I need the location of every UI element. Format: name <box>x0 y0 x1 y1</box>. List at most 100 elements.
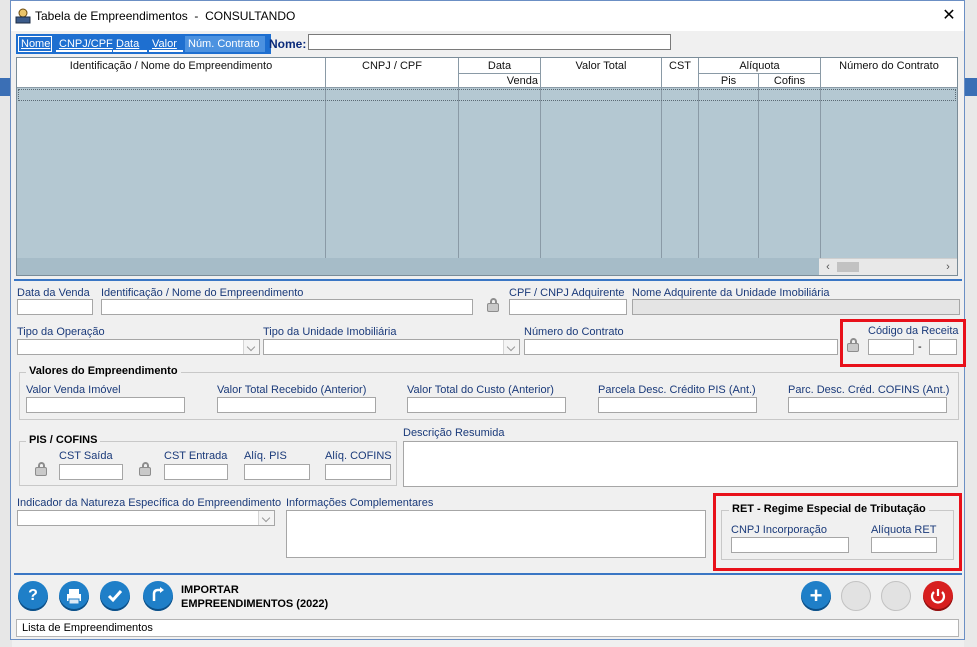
col-identificacao[interactable]: Identificação / Nome do Empreendimento <box>17 60 325 72</box>
chevron-down-icon[interactable] <box>258 511 274 525</box>
cst-saida-input[interactable] <box>59 464 123 480</box>
tab-valor[interactable]: Valor <box>149 36 183 52</box>
codigo-receita-input[interactable] <box>868 339 914 355</box>
lock-icon[interactable] <box>845 337 863 353</box>
codigo-receita-sep: - <box>918 341 922 353</box>
import-label-line1: IMPORTAR <box>181 584 239 596</box>
chevron-down-icon[interactable] <box>503 340 519 354</box>
import-button[interactable] <box>143 581 173 611</box>
tab-cnpj-cpf[interactable]: CNPJ/CPF <box>56 36 113 52</box>
search-input[interactable] <box>308 34 671 50</box>
cnpj-incorporacao-input[interactable] <box>731 537 849 553</box>
col-numero-contrato[interactable]: Número do Contrato <box>821 60 957 72</box>
aliq-pis-label: Alíq. PIS <box>244 450 287 462</box>
indicador-label: Indicador da Natureza Específica do Empr… <box>17 497 282 509</box>
numero-contrato-label: Número do Contrato <box>524 326 624 338</box>
col-aliquota[interactable]: Alíquota <box>699 60 820 72</box>
search-label: Nome: <box>269 37 307 51</box>
cnpj-incorporacao-label: CNPJ Incorporação <box>731 524 827 536</box>
descricao-label: Descrição Resumida <box>403 427 505 439</box>
cpf-cnpj-input[interactable] <box>509 299 627 315</box>
delete-button[interactable] <box>881 581 911 611</box>
grid-selected-row[interactable] <box>18 89 956 101</box>
aliq-cofins-input[interactable] <box>325 464 391 480</box>
plus-icon: + <box>809 583 823 608</box>
valor-recebido-input[interactable] <box>217 397 376 413</box>
parcela-pis-label: Parcela Desc. Crédito PIS (Ant.) <box>598 384 756 396</box>
parcela-cofins-label: Parc. Desc. Créd. COFINS (Ant.) <box>788 384 950 396</box>
exit-button[interactable] <box>923 581 953 611</box>
valor-custo-label: Valor Total do Custo (Anterior) <box>407 384 554 396</box>
aliquota-ret-label: Alíquota RET <box>871 524 937 536</box>
cst-entrada-input[interactable] <box>164 464 228 480</box>
nome-adquirente-label: Nome Adquirente da Unidade Imobiliária <box>632 287 830 299</box>
background-app-right-bar <box>964 78 977 96</box>
info-complementares-textarea[interactable] <box>286 510 706 558</box>
codigo-receita-suffix-input[interactable] <box>929 339 957 355</box>
col-cofins[interactable]: Cofins <box>759 75 820 87</box>
window: Tabela de Empreendimentos - CONSULTANDO … <box>10 0 966 640</box>
valores-group-title: Valores do Empreendimento <box>26 365 181 377</box>
identificacao-input[interactable] <box>101 299 473 315</box>
col-venda[interactable]: Venda <box>459 75 538 87</box>
descricao-textarea[interactable] <box>403 441 958 487</box>
lock-icon[interactable] <box>33 461 51 477</box>
add-button[interactable]: + <box>801 581 831 611</box>
divider <box>14 279 962 281</box>
toolbar-divider <box>14 573 962 575</box>
title-bar: Tabela de Empreendimentos - CONSULTANDO … <box>11 1 964 31</box>
lock-icon[interactable] <box>137 461 155 477</box>
tipo-operacao-select[interactable] <box>17 339 260 355</box>
pis-cofins-group-title: PIS / COFINS <box>26 434 101 446</box>
col-cnpj-cpf[interactable]: CNPJ / CPF <box>326 60 458 72</box>
indicador-select[interactable] <box>17 510 275 526</box>
identificacao-label: Identificação / Nome do Empreendimento <box>101 287 304 299</box>
col-valor-total[interactable]: Valor Total <box>541 60 661 72</box>
valor-venda-label: Valor Venda Imóvel <box>26 384 121 396</box>
tab-nome[interactable]: Nome <box>18 36 52 52</box>
cst-saida-label: CST Saída <box>59 450 113 462</box>
parcela-pis-input[interactable] <box>598 397 757 413</box>
print-button[interactable] <box>59 581 89 611</box>
import-icon <box>143 581 173 611</box>
col-pis[interactable]: Pis <box>699 75 758 87</box>
valor-venda-input[interactable] <box>26 397 185 413</box>
grid-footer-band <box>17 258 957 275</box>
import-label-line2: EMPREENDIMENTOS (2022) <box>181 598 329 610</box>
results-grid[interactable]: Identificação / Nome do Empreendimento C… <box>16 57 958 276</box>
horizontal-scrollbar[interactable]: ‹ › <box>819 258 957 275</box>
confirm-button[interactable] <box>100 581 130 611</box>
col-data[interactable]: Data <box>459 60 540 72</box>
aliq-pis-input[interactable] <box>244 464 310 480</box>
close-icon[interactable]: ✕ <box>939 6 959 26</box>
printer-icon <box>59 581 89 611</box>
data-venda-input[interactable] <box>17 299 93 315</box>
cst-entrada-label: CST Entrada <box>164 450 228 462</box>
scroll-right-icon[interactable]: › <box>941 259 955 275</box>
scroll-thumb[interactable] <box>837 262 859 272</box>
cpf-cnpj-label: CPF / CNPJ Adquirente <box>509 287 625 299</box>
parcela-cofins-input[interactable] <box>788 397 947 413</box>
valor-recebido-label: Valor Total Recebido (Anterior) <box>217 384 367 396</box>
valor-custo-input[interactable] <box>407 397 566 413</box>
tipo-operacao-label: Tipo da Operação <box>17 326 105 338</box>
lock-icon[interactable] <box>485 297 503 313</box>
check-icon <box>100 581 130 611</box>
help-icon: ? <box>28 587 38 604</box>
scroll-left-icon[interactable]: ‹ <box>821 259 835 275</box>
window-title: Tabela de Empreendimentos - CONSULTANDO <box>35 9 296 23</box>
aliquota-ret-input[interactable] <box>871 537 937 553</box>
status-bar: Lista de Empreendimentos <box>16 619 959 637</box>
tab-numero-contrato[interactable]: Núm. Contrato <box>185 36 265 52</box>
edit-button[interactable] <box>841 581 871 611</box>
codigo-receita-label: Código da Receita <box>868 325 959 337</box>
chevron-down-icon[interactable] <box>243 340 259 354</box>
tab-data[interactable]: Data <box>113 36 147 52</box>
ret-group-title: RET - Regime Especial de Tributação <box>729 503 929 515</box>
numero-contrato-input[interactable] <box>524 339 838 355</box>
nome-adquirente-input[interactable] <box>632 299 960 315</box>
power-icon <box>923 581 953 611</box>
tipo-unidade-select[interactable] <box>263 339 520 355</box>
help-button[interactable]: ? <box>18 581 48 611</box>
col-cst[interactable]: CST <box>662 60 698 72</box>
